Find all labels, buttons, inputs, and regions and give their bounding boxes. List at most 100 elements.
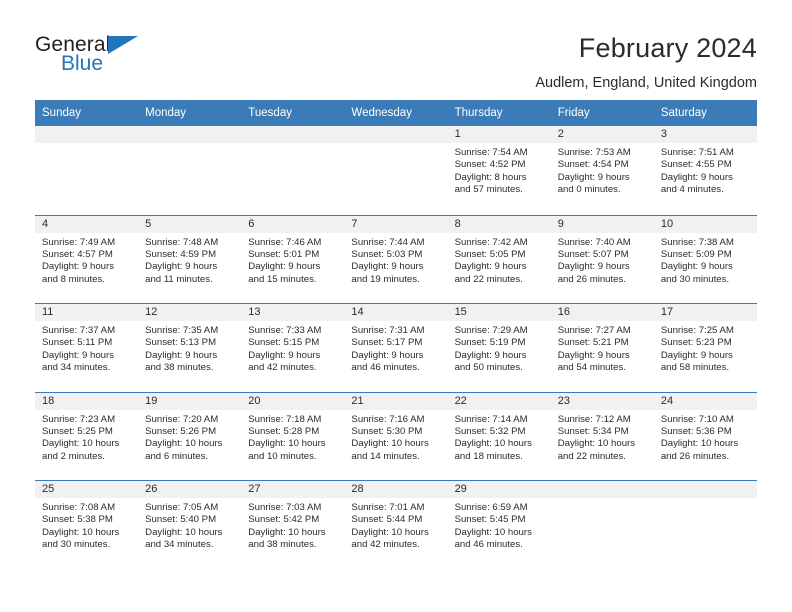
day-number xyxy=(241,126,345,143)
day-number: 4 xyxy=(35,215,139,233)
calendar-day-cell[interactable]: 25 Sunrise: 7:08 AM Sunset: 5:38 PM Dayligh… xyxy=(35,481,139,569)
day-of-week-header-saturday: Saturday xyxy=(660,107,707,119)
calendar-week-row: 25 Sunrise: 7:08 AM Sunset: 5:38 PM Dayligh… xyxy=(35,480,757,569)
day-number: 25 xyxy=(35,481,139,498)
daylight-text-line2: and 14 minutes. xyxy=(351,450,420,462)
sunset-text: Sunset: 5:30 PM xyxy=(351,425,423,437)
calendar-day-cell[interactable]: 5 Sunrise: 7:48 AM Sunset: 4:59 PM Daylight… xyxy=(138,215,242,304)
daylight-text-line2: and 2 minutes. xyxy=(42,450,105,462)
sunset-text: Sunset: 5:23 PM xyxy=(660,337,732,349)
calendar-day-cell[interactable]: 23 Sunrise: 7:12 AM Sunset: 5:34 PM Dayligh… xyxy=(550,392,654,481)
day-number xyxy=(138,126,242,143)
sunset-text: Sunset: 5:01 PM xyxy=(248,248,320,260)
calendar-day-cell[interactable]: 15 Sunrise: 7:29 AM Sunset: 5:19 PM Dayligh… xyxy=(447,304,551,392)
logo-text-blue: Blue xyxy=(61,52,104,75)
calendar-day-cell[interactable]: 3 Sunrise: 7:51 AM Sunset: 4:55 PM Daylight… xyxy=(653,126,757,215)
day-details: Sunrise: 7:38 AM Sunset: 5:09 PM Daylight:… xyxy=(654,233,757,287)
sunrise-text: Sunrise: 7:01 AM xyxy=(351,502,425,513)
day-number: 6 xyxy=(241,215,345,233)
sunset-text: Sunset: 5:17 PM xyxy=(351,337,423,349)
calendar-day-cell[interactable]: 6 Sunrise: 7:46 AM Sunset: 5:01 PM Daylight… xyxy=(241,215,345,304)
daylight-text-line2: and 19 minutes. xyxy=(351,273,420,285)
daylight-text-line2: and 6 minutes. xyxy=(145,450,209,462)
calendar-day-cell[interactable]: 22 Sunrise: 7:14 AM Sunset: 5:32 PM Dayligh… xyxy=(447,392,551,481)
day-details: Sunrise: 7:20 AM Sunset: 5:26 PM Daylight:… xyxy=(138,410,241,464)
sunrise-text: Sunrise: 7:12 AM xyxy=(557,413,631,425)
day-details: Sunrise: 7:44 AM Sunset: 5:03 PM Daylight:… xyxy=(344,233,447,287)
calendar-day-cell[interactable]: 20 Sunrise: 7:18 AM Sunset: 5:28 PM Dayligh… xyxy=(241,392,345,481)
daylight-text-line1: Daylight: 10 hours xyxy=(351,438,429,450)
day-details: Sunrise: 7:42 AM Sunset: 5:05 PM Daylight:… xyxy=(448,233,551,287)
sunrise-text: Sunrise: 7:10 AM xyxy=(660,413,734,425)
general-blue-logo: General Blue xyxy=(35,30,185,86)
day-details: Sunrise: 7:18 AM Sunset: 5:28 PM Daylight:… xyxy=(241,410,344,464)
page-subtitle: Audlem, England, United Kingdom xyxy=(535,75,757,91)
day-number xyxy=(653,481,757,498)
day-number: 27 xyxy=(241,481,345,498)
calendar-day-cell[interactable]: 4 Sunrise: 7:49 AM Sunset: 4:57 PM Daylight… xyxy=(35,215,139,304)
calendar-day-cell[interactable]: 8 Sunrise: 7:42 AM Sunset: 5:05 PM Daylight… xyxy=(447,215,551,304)
day-details: Sunrise: 7:29 AM Sunset: 5:19 PM Daylight:… xyxy=(448,321,551,375)
daylight-text-line1: Daylight: 9 hours xyxy=(557,349,630,361)
daylight-text-line1: Daylight: 10 hours xyxy=(454,438,532,450)
calendar-day-cell[interactable]: 19 Sunrise: 7:20 AM Sunset: 5:26 PM Dayligh… xyxy=(138,392,242,481)
calendar-day-cell[interactable]: 7 Sunrise: 7:44 AM Sunset: 5:03 PM Daylight… xyxy=(344,215,448,304)
day-number xyxy=(550,481,654,498)
calendar-day-cell[interactable]: 17 Sunrise: 7:25 AM Sunset: 5:23 PM Dayligh… xyxy=(653,304,757,392)
calendar-day-cell[interactable]: 26 Sunrise: 7:05 AM Sunset: 5:40 PM Dayligh… xyxy=(138,481,242,569)
calendar-day-cell[interactable]: 9 Sunrise: 7:40 AM Sunset: 5:07 PM Daylight… xyxy=(550,215,654,304)
day-details: Sunrise: 7:03 AM Sunset: 5:42 PM Daylight:… xyxy=(241,498,344,552)
day-number: 14 xyxy=(344,304,448,321)
daylight-text-line2: and 54 minutes. xyxy=(557,362,626,374)
day-number: 13 xyxy=(241,304,345,321)
day-details: Sunrise: 7:10 AM Sunset: 5:36 PM Daylight:… xyxy=(654,410,757,464)
sunrise-text: Sunrise: 7:27 AM xyxy=(557,325,631,336)
calendar-day-cell[interactable]: 21 Sunrise: 7:16 AM Sunset: 5:30 PM Dayligh… xyxy=(344,392,448,481)
sunrise-text: Sunrise: 7:38 AM xyxy=(660,236,734,248)
sunset-text: Sunset: 5:28 PM xyxy=(248,425,320,437)
calendar-day-cell[interactable]: 11 Sunrise: 7:37 AM Sunset: 5:11 PM Dayligh… xyxy=(35,304,139,392)
calendar-day-cell[interactable]: 29 Sunrise: 6:59 AM Sunset: 5:45 PM Dayligh… xyxy=(447,481,551,569)
calendar-day-cell[interactable]: 12 Sunrise: 7:35 AM Sunset: 5:13 PM Dayligh… xyxy=(138,304,242,392)
sunset-text: Sunset: 5:38 PM xyxy=(42,514,113,526)
day-number: 21 xyxy=(344,392,448,410)
sunrise-text: Sunrise: 7:44 AM xyxy=(351,236,425,248)
calendar-day-cell[interactable]: 13 Sunrise: 7:33 AM Sunset: 5:15 PM Dayligh… xyxy=(241,304,345,392)
calendar-day-cell[interactable]: 1 Sunrise: 7:54 AM Sunset: 4:52 PM Daylight… xyxy=(447,126,551,215)
sunset-text: Sunset: 5:44 PM xyxy=(351,514,423,526)
day-details: Sunrise: 7:35 AM Sunset: 5:13 PM Daylight:… xyxy=(138,321,241,375)
daylight-text-line1: Daylight: 9 hours xyxy=(145,349,218,361)
sunset-text: Sunset: 5:19 PM xyxy=(454,337,526,349)
sunset-text: Sunset: 5:11 PM xyxy=(42,337,113,349)
calendar-day-cell[interactable]: 27 Sunrise: 7:03 AM Sunset: 5:42 PM Dayligh… xyxy=(241,481,345,569)
day-number: 12 xyxy=(138,304,242,321)
calendar-day-cell[interactable]: 18 Sunrise: 7:23 AM Sunset: 5:25 PM Dayligh… xyxy=(35,392,139,481)
calendar-day-cell[interactable]: 24 Sunrise: 7:10 AM Sunset: 5:36 PM Dayligh… xyxy=(653,392,757,481)
calendar-day-cell[interactable]: 10 Sunrise: 7:38 AM Sunset: 5:09 PM Dayligh… xyxy=(653,215,757,304)
day-number: 10 xyxy=(653,215,757,233)
sunrise-text: Sunrise: 7:40 AM xyxy=(557,236,631,248)
day-details: Sunrise: 7:25 AM Sunset: 5:23 PM Daylight:… xyxy=(654,321,757,375)
daylight-text-line2: and 34 minutes. xyxy=(145,539,214,551)
sunrise-text: Sunrise: 7:37 AM xyxy=(42,325,116,336)
calendar-week-row: 11 Sunrise: 7:37 AM Sunset: 5:11 PM Dayligh… xyxy=(35,303,757,392)
calendar-grid: Sunday Monday Tuesday Wednesday Thursday Frid… xyxy=(35,100,757,569)
daylight-text-line1: Daylight: 10 hours xyxy=(248,526,326,538)
daylight-text-line1: Daylight: 10 hours xyxy=(351,526,429,538)
sunset-text: Sunset: 5:13 PM xyxy=(145,337,217,349)
sunset-text: Sunset: 5:34 PM xyxy=(557,425,629,437)
sunset-text: Sunset: 5:15 PM xyxy=(248,337,320,349)
sunset-text: Sunset: 4:57 PM xyxy=(42,248,113,260)
sunset-text: Sunset: 5:26 PM xyxy=(145,425,217,437)
calendar-day-cell[interactable]: 2 Sunrise: 7:53 AM Sunset: 4:54 PM Daylight… xyxy=(550,126,654,215)
calendar-day-cell[interactable]: 16 Sunrise: 7:27 AM Sunset: 5:21 PM Dayligh… xyxy=(550,304,654,392)
daylight-text-line2: and 42 minutes. xyxy=(248,362,317,374)
calendar-day-cell-empty xyxy=(35,126,139,215)
sunrise-text: Sunrise: 7:48 AM xyxy=(145,236,219,248)
daylight-text-line1: Daylight: 10 hours xyxy=(248,438,326,450)
day-number: 22 xyxy=(447,392,551,410)
calendar-day-cell[interactable]: 14 Sunrise: 7:31 AM Sunset: 5:17 PM Dayligh… xyxy=(344,304,448,392)
sunrise-text: Sunrise: 7:23 AM xyxy=(42,413,116,425)
calendar-day-cell[interactable]: 28 Sunrise: 7:01 AM Sunset: 5:44 PM Dayligh… xyxy=(344,481,448,569)
daylight-text-line1: Daylight: 10 hours xyxy=(557,438,636,450)
